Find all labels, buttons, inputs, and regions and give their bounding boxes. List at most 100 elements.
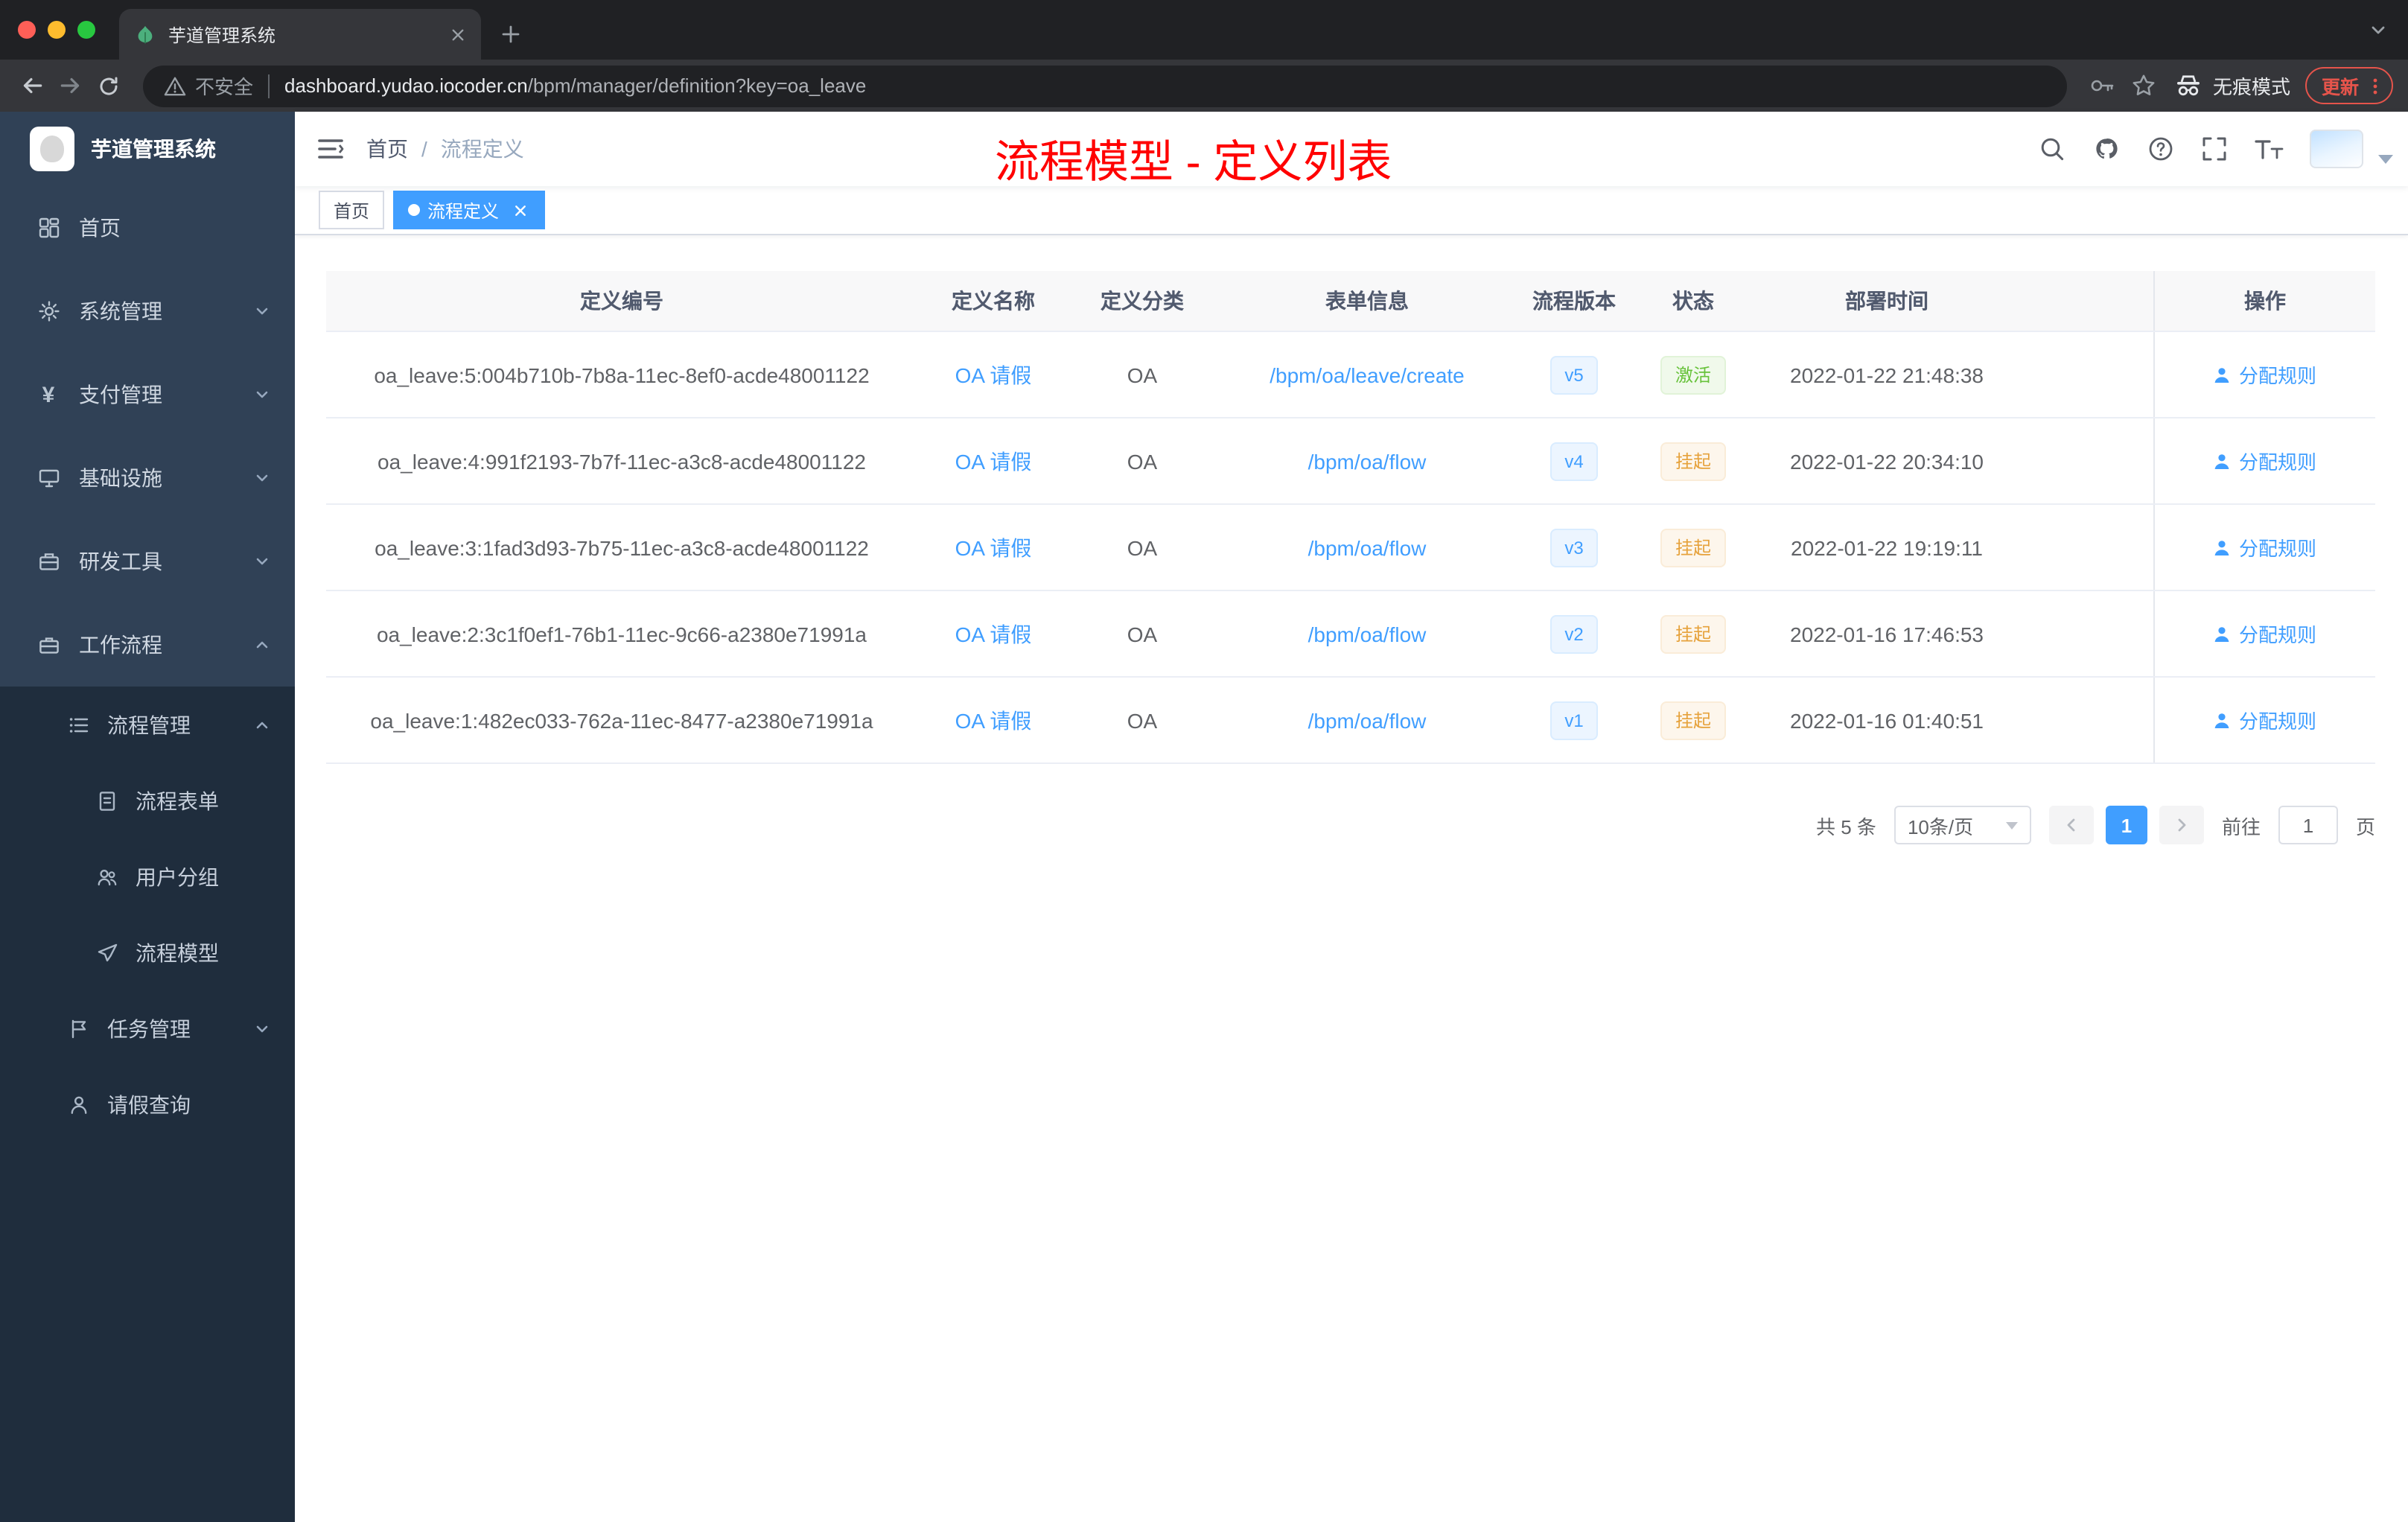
help-icon[interactable] — [2134, 112, 2188, 186]
avatar-caret-icon[interactable] — [2378, 155, 2393, 164]
browser-tab[interactable]: 芋道管理系统 — [119, 9, 481, 60]
form-link[interactable]: /bpm/oa/flow — [1308, 449, 1427, 473]
brand-logo — [30, 127, 74, 171]
current-page-button[interactable]: 1 — [2105, 806, 2147, 844]
form-link[interactable]: /bpm/oa/flow — [1308, 622, 1427, 646]
sidebar-item-label: 工作流程 — [79, 633, 162, 657]
sidebar-toggle-button[interactable] — [295, 112, 366, 186]
chrome-update-button[interactable]: 更新 — [2305, 67, 2393, 104]
sidebar-item-devtools[interactable]: 研发工具 — [0, 520, 295, 603]
assign-rule-label: 分配规则 — [2238, 451, 2316, 474]
browser-menu-dots-icon[interactable] — [2365, 75, 2386, 96]
tag-process-definition[interactable]: 流程定义 — [393, 191, 546, 229]
assign-rule-label: 分配规则 — [2238, 624, 2316, 646]
definition-category: OA — [1127, 363, 1158, 386]
sidebar-item-workflow[interactable]: 工作流程 — [0, 603, 295, 687]
window-zoom-button[interactable] — [77, 21, 95, 39]
window-minimize-button[interactable] — [48, 21, 66, 39]
assign-rule-label: 分配规则 — [2238, 710, 2316, 733]
sidebar-item-process-management[interactable]: 流程管理 — [0, 687, 295, 762]
fullscreen-icon[interactable] — [2188, 112, 2241, 186]
assign-rule-button[interactable]: 分配规则 — [2214, 706, 2316, 734]
sidebar-item-user-groups[interactable]: 用户分组 — [0, 838, 295, 914]
definition-name-link[interactable]: OA 请假 — [955, 446, 1032, 476]
url-path: /bpm/manager/definition?key=oa_leave — [527, 74, 867, 97]
workflow-submenu: 流程管理 流程表单 用户分组 流程模型 任务管理 请假查询 — [0, 687, 295, 1522]
form-link[interactable]: /bpm/oa/flow — [1308, 708, 1427, 732]
sidebar-item-label: 研发工具 — [79, 550, 162, 573]
sidebar-item-system[interactable]: 系统管理 — [0, 270, 295, 353]
definition-name-link[interactable]: OA 请假 — [955, 619, 1032, 649]
definition-name-link[interactable]: OA 请假 — [955, 705, 1032, 735]
definition-id: oa_leave:2:3c1f0ef1-76b1-11ec-9c66-a2380… — [376, 622, 867, 646]
sidebar-item-infrastructure[interactable]: 基础设施 — [0, 436, 295, 520]
assign-rule-button[interactable]: 分配规则 — [2214, 533, 2316, 561]
sidebar: 芋道管理系统 首页 系统管理 ¥ 支付管理 基础设施 研发工具 工作流程 流程管… — [0, 112, 295, 1522]
version-badge: v5 — [1549, 355, 1599, 394]
sidebar-item-process-forms[interactable]: 流程表单 — [0, 762, 295, 838]
document-icon — [95, 790, 118, 811]
goto-page-input[interactable] — [2278, 806, 2338, 844]
sidebar-item-label: 流程表单 — [136, 789, 219, 812]
form-link[interactable]: /bpm/oa/leave/create — [1270, 363, 1465, 386]
content-area: 流程模型 - 定义列表 首页 / 流程定义 首页 流程定义 定义编号 定义名称 … — [295, 112, 2408, 1522]
page-body: 定义编号 定义名称 定义分类 表单信息 流程版本 状态 部署时间 操作 oa_l… — [295, 235, 2408, 1522]
sidebar-item-payment[interactable]: ¥ 支付管理 — [0, 353, 295, 436]
next-page-button[interactable] — [2159, 806, 2204, 844]
column-header: 流程版本 — [1532, 289, 1616, 313]
top-navbar: 首页 / 流程定义 — [295, 112, 2408, 186]
tab-search-chevron-icon[interactable] — [2369, 0, 2387, 60]
tag-home[interactable]: 首页 — [319, 191, 385, 229]
brand[interactable]: 芋道管理系统 — [0, 112, 295, 186]
site-favicon — [134, 23, 156, 45]
assign-rule-button[interactable]: 分配规则 — [2214, 360, 2316, 389]
password-key-icon[interactable] — [2082, 65, 2124, 106]
column-header: 状态 — [1672, 289, 1714, 313]
page-size-select[interactable]: 10条/页 — [1893, 806, 2031, 844]
person-icon — [67, 1094, 89, 1115]
font-size-icon[interactable] — [2241, 112, 2298, 186]
github-icon[interactable] — [2079, 112, 2134, 186]
chevron-up-icon — [255, 637, 270, 652]
definition-name-link[interactable]: OA 请假 — [955, 532, 1032, 562]
column-header: 部署时间 — [1845, 289, 1928, 313]
forward-button[interactable] — [51, 66, 89, 105]
address-bar[interactable]: 不安全 dashboard.yudao.iocoder.cn/bpm/manag… — [143, 65, 2067, 106]
column-header: 定义编号 — [580, 289, 663, 313]
assign-rule-button[interactable]: 分配规则 — [2214, 620, 2316, 648]
window-close-button[interactable] — [18, 21, 36, 39]
definition-name-link[interactable]: OA 请假 — [955, 360, 1032, 389]
sidebar-item-label: 流程模型 — [136, 940, 219, 964]
sidebar-item-label: 请假查询 — [107, 1092, 191, 1116]
new-tab-button[interactable] — [490, 13, 532, 55]
dashboard-icon — [37, 217, 60, 238]
breadcrumb-home[interactable]: 首页 — [366, 134, 408, 164]
user-avatar[interactable] — [2310, 130, 2363, 168]
assign-rule-button[interactable]: 分配规则 — [2214, 447, 2316, 475]
tab-close-icon[interactable] — [445, 22, 469, 46]
prev-page-button[interactable] — [2048, 806, 2094, 844]
sidebar-item-leave-query[interactable]: 请假查询 — [0, 1066, 295, 1142]
select-caret-icon — [2005, 821, 2018, 829]
tab-title: 芋道管理系统 — [168, 25, 276, 45]
tag-label: 流程定义 — [427, 200, 500, 221]
back-button[interactable] — [12, 66, 51, 105]
assign-rule-label: 分配规则 — [2238, 365, 2316, 387]
page-unit-label: 页 — [2355, 815, 2375, 838]
search-icon[interactable] — [2025, 112, 2079, 186]
table-spacer — [2016, 332, 2153, 417]
form-link[interactable]: /bpm/oa/flow — [1308, 535, 1427, 559]
definition-category: OA — [1127, 535, 1158, 559]
bookmark-star-icon[interactable] — [2124, 65, 2165, 106]
status-badge: 挂起 — [1660, 614, 1726, 653]
sidebar-item-task-management[interactable]: 任务管理 — [0, 990, 295, 1066]
page-size-value: 10条/页 — [1907, 815, 1974, 838]
tag-close-icon[interactable] — [509, 200, 530, 220]
monitor-icon — [37, 468, 60, 488]
sidebar-item-process-models[interactable]: 流程模型 — [0, 914, 295, 990]
deploy-time: 2022-01-22 21:48:38 — [1790, 363, 1984, 386]
security-warning-label: 不安全 — [195, 76, 254, 98]
reload-button[interactable] — [89, 66, 128, 105]
sidebar-item-home[interactable]: 首页 — [0, 186, 295, 270]
column-header: 操作 — [2153, 271, 2375, 331]
